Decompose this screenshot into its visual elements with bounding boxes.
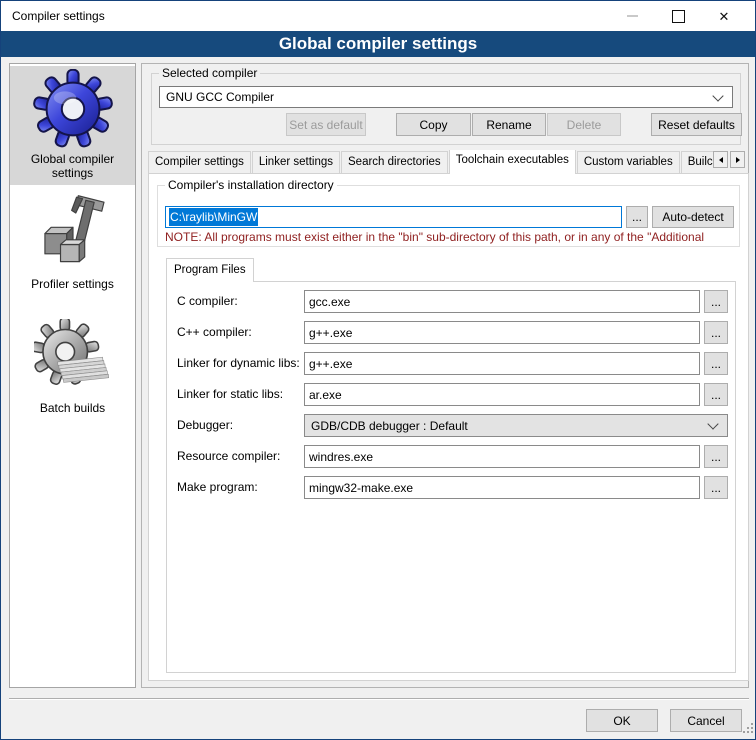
field-label-linker-static: Linker for static libs: bbox=[177, 383, 303, 406]
sidebar-item-label[interactable]: Global compiler settings bbox=[9, 152, 136, 180]
subtab-program-files[interactable]: Program Files bbox=[166, 258, 254, 282]
make-program-browse-button[interactable]: ... bbox=[704, 476, 728, 499]
install-dir-legend: Compiler's installation directory bbox=[165, 178, 337, 192]
debugger-select[interactable]: GDB/CDB debugger : Default bbox=[304, 414, 728, 437]
close-button[interactable]: ✕ bbox=[701, 1, 747, 31]
rename-button[interactable]: Rename bbox=[472, 113, 546, 136]
chevron-down-icon bbox=[707, 418, 718, 429]
install-dir-input[interactable]: C:\raylib\MinGW bbox=[165, 206, 622, 228]
blue-gear-icon bbox=[33, 69, 113, 149]
compiler-settings-dialog: Compiler settings ✕ Global compiler sett… bbox=[0, 0, 756, 740]
caliper-icon bbox=[34, 193, 112, 271]
tab-scroll-right-icon bbox=[736, 157, 740, 163]
tab-search-directories[interactable]: Search directories bbox=[341, 151, 448, 174]
tab-toolchain-executables[interactable]: Toolchain executables bbox=[449, 150, 576, 174]
sidebar-item-profiler-settings[interactable] bbox=[10, 193, 135, 271]
field-label-make-program: Make program: bbox=[177, 476, 303, 499]
compiler-select[interactable]: GNU GCC Compiler bbox=[159, 86, 733, 108]
field-label-debugger: Debugger: bbox=[177, 414, 303, 437]
cancel-button[interactable]: Cancel bbox=[670, 709, 742, 732]
maximize-icon bbox=[672, 10, 685, 23]
sidebar-item-label[interactable]: Batch builds bbox=[9, 401, 136, 415]
auto-detect-button[interactable]: Auto-detect bbox=[652, 206, 734, 228]
cpp-compiler-browse-button[interactable]: ... bbox=[704, 321, 728, 344]
linker-dynamic-browse-button[interactable]: ... bbox=[704, 352, 728, 375]
copy-button[interactable]: Copy bbox=[396, 113, 471, 136]
install-dir-selected-text: C:\raylib\MinGW bbox=[169, 208, 258, 226]
resource-compiler-browse-button[interactable]: ... bbox=[704, 445, 728, 468]
sidebar-item-batch-builds[interactable] bbox=[10, 319, 135, 397]
tab-scroll-left-button[interactable] bbox=[713, 151, 728, 168]
minimize-icon bbox=[627, 15, 638, 17]
maximize-button[interactable] bbox=[655, 1, 701, 31]
linker-static-browse-button[interactable]: ... bbox=[704, 383, 728, 406]
tab-linker-settings[interactable]: Linker settings bbox=[252, 151, 340, 174]
gray-gear-stack-icon bbox=[34, 319, 112, 397]
titlebar: Compiler settings ✕ bbox=[1, 1, 755, 31]
tab-scroll-left-icon bbox=[719, 157, 723, 163]
reset-defaults-button[interactable]: Reset defaults bbox=[651, 113, 742, 136]
linker-static-input[interactable] bbox=[304, 383, 700, 406]
resize-grip[interactable] bbox=[743, 731, 745, 733]
install-dir-browse-button[interactable]: ... bbox=[626, 206, 648, 228]
tab-compiler-settings[interactable]: Compiler settings bbox=[148, 151, 251, 174]
field-label-resource-compiler: Resource compiler: bbox=[177, 445, 303, 468]
tab-build-options[interactable]: Builc bbox=[681, 151, 713, 174]
compiler-tabstrip: Compiler settings Linker settings Search… bbox=[148, 150, 713, 174]
sidebar-item-label[interactable]: Profiler settings bbox=[9, 277, 136, 291]
tab-custom-variables[interactable]: Custom variables bbox=[577, 151, 680, 174]
resource-compiler-input[interactable] bbox=[304, 445, 700, 468]
set-as-default-button[interactable]: Set as default bbox=[286, 113, 366, 136]
page-title: Global compiler settings bbox=[1, 31, 755, 57]
cpp-compiler-input[interactable] bbox=[304, 321, 700, 344]
field-label-c-compiler: C compiler: bbox=[177, 290, 303, 313]
c-compiler-browse-button[interactable]: ... bbox=[704, 290, 728, 313]
c-compiler-input[interactable] bbox=[304, 290, 700, 313]
footer-divider bbox=[9, 698, 749, 700]
compiler-select-value: GNU GCC Compiler bbox=[160, 90, 714, 104]
ok-button[interactable]: OK bbox=[586, 709, 658, 732]
minimize-button[interactable] bbox=[609, 1, 655, 31]
make-program-input[interactable] bbox=[304, 476, 700, 499]
sidebar-item-global-compiler-settings[interactable] bbox=[10, 69, 135, 149]
tab-scroll-right-button[interactable] bbox=[730, 151, 745, 168]
close-icon: ✕ bbox=[719, 10, 730, 23]
field-label-linker-dynamic: Linker for dynamic libs: bbox=[177, 352, 303, 375]
debugger-select-value: GDB/CDB debugger : Default bbox=[305, 419, 709, 433]
window-title: Compiler settings bbox=[12, 1, 105, 31]
delete-button[interactable]: Delete bbox=[547, 113, 621, 136]
install-dir-note: NOTE: All programs must exist either in … bbox=[165, 230, 743, 245]
field-label-cpp-compiler: C++ compiler: bbox=[177, 321, 303, 344]
selected-compiler-legend: Selected compiler bbox=[159, 66, 260, 80]
linker-dynamic-input[interactable] bbox=[304, 352, 700, 375]
chevron-down-icon bbox=[712, 90, 723, 101]
